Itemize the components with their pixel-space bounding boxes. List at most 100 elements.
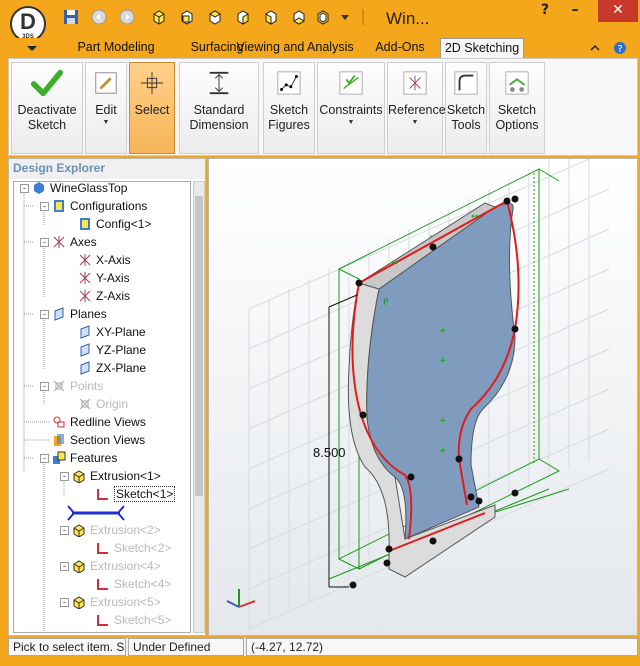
- close-icon[interactable]: ✕: [598, 0, 638, 22]
- reference-button[interactable]: Reference ▼: [387, 62, 446, 154]
- tree-item-points[interactable]: Points: [52, 378, 103, 396]
- status-hint: Pick to select item. Sh: [8, 638, 126, 656]
- tree-item-sketch-1[interactable]: Sketch<1>: [96, 486, 176, 504]
- tree-item-sketch-5[interactable]: Sketch<5>: [96, 612, 171, 630]
- tree-item-axes[interactable]: Axes: [52, 234, 97, 252]
- tree-item-x-axis[interactable]: X-Axis: [78, 252, 131, 270]
- section-views-icon: [52, 433, 66, 447]
- design-explorer-panel: Design Explorer - WineGlassTop - Configu…: [8, 158, 206, 636]
- quick-access-dropdown-icon[interactable]: [336, 8, 354, 26]
- sketch-options-icon: [490, 63, 544, 103]
- tree-item-extrusion-4[interactable]: Extrusion<4>: [72, 558, 161, 576]
- minimize-icon[interactable]: –: [560, 0, 590, 22]
- tree-label: Extrusion<2>: [90, 523, 161, 537]
- application-window: D 3DS Win... ? – ✕ Part Modeling Surfaci…: [0, 0, 640, 666]
- status-bar: Pick to select item. Sh Under Defined (-…: [8, 638, 638, 656]
- 3d-viewport[interactable]: + + + + ↔ ↔ P 8.500: [208, 158, 638, 636]
- tab-part-modeling[interactable]: Part Modeling: [58, 38, 174, 58]
- expander-wineglasstop[interactable]: -: [20, 184, 29, 193]
- tree-label: X-Axis: [96, 253, 131, 267]
- model-canvas[interactable]: + + + + ↔ ↔ P 8.500: [209, 159, 638, 636]
- axis-icon: [78, 289, 92, 303]
- extrusion-icon: [72, 595, 86, 610]
- svg-text:?: ?: [617, 44, 622, 55]
- config-icon: [78, 217, 92, 231]
- tree-label: Config<1>: [96, 217, 152, 231]
- tree-label: Sketch<5>: [114, 613, 172, 627]
- deactivate-sketch-label: Deactivate Sketch: [17, 103, 77, 132]
- view-cube-icon[interactable]: [150, 8, 168, 26]
- deactivate-sketch-button[interactable]: Deactivate Sketch: [11, 62, 83, 154]
- collapse-ribbon-icon[interactable]: [586, 38, 604, 58]
- tree-item-config-1[interactable]: Config<1>: [78, 216, 151, 234]
- tab-file[interactable]: [12, 38, 52, 58]
- tree-item-planes[interactable]: Planes: [52, 306, 107, 324]
- tree-item-features[interactable]: Features: [52, 450, 117, 468]
- tree-item-yz-plane[interactable]: YZ-Plane: [78, 342, 146, 360]
- explorer-scrollbar-thumb[interactable]: [195, 196, 203, 496]
- tree-item-zx-plane[interactable]: ZX-Plane: [78, 360, 146, 378]
- expander-extrusion-2[interactable]: -: [60, 526, 69, 535]
- svg-text:+: +: [439, 326, 447, 336]
- tree-item-section-views[interactable]: Section Views: [52, 432, 145, 450]
- constraints-button[interactable]: Constraints ▼: [317, 62, 385, 154]
- axis-icon: [78, 271, 92, 285]
- expander-features[interactable]: -: [40, 454, 49, 463]
- tree-label: Section Views: [70, 433, 146, 447]
- sketch-tools-button[interactable]: Sketch Tools: [445, 62, 487, 154]
- tab-2d-sketching[interactable]: 2D Sketching: [440, 38, 524, 58]
- plane-icon: [78, 361, 92, 375]
- view-cube-bottom-icon[interactable]: [290, 8, 308, 26]
- planes-icon: [52, 307, 66, 321]
- tree-item-extrusion-1[interactable]: Extrusion<1>: [72, 468, 161, 486]
- view-cube-top-icon[interactable]: [206, 8, 224, 26]
- dimension-value[interactable]: 8.500: [313, 445, 346, 460]
- expander-extrusion-5[interactable]: -: [60, 598, 69, 607]
- sketch-options-label: Sketch Options: [495, 103, 539, 132]
- extrusion-icon: [72, 469, 86, 484]
- tab-add-ons[interactable]: Add-Ons: [364, 38, 436, 58]
- undo-icon[interactable]: [90, 8, 108, 26]
- tree-item-extrusion-2[interactable]: Extrusion<2>: [72, 522, 161, 540]
- help-icon[interactable]: ?: [530, 0, 560, 22]
- tree-label: Configurations: [70, 199, 148, 213]
- select-button[interactable]: Select: [129, 62, 175, 154]
- redo-icon[interactable]: [118, 8, 136, 26]
- tree-item-wineglasstop[interactable]: WineGlassTop: [32, 181, 128, 198]
- tree-item-sketch-2[interactable]: Sketch<2>: [96, 540, 171, 558]
- expander-extrusion-1[interactable]: -: [60, 472, 69, 481]
- standard-dimension-button[interactable]: Standard Dimension: [179, 62, 259, 154]
- view-cube-left-icon[interactable]: [262, 8, 280, 26]
- svg-text:+: +: [439, 446, 447, 456]
- tree-label: Planes: [70, 307, 107, 321]
- axis-icon: [78, 253, 92, 267]
- tree-label: WineGlassTop: [50, 181, 128, 195]
- save-icon[interactable]: [62, 8, 80, 26]
- help-circle-icon[interactable]: ?: [610, 38, 630, 58]
- tree-label: Redline Views: [70, 415, 146, 429]
- tree-item-origin[interactable]: Origin: [78, 396, 128, 414]
- tree-item-z-axis[interactable]: Z-Axis: [78, 288, 130, 306]
- tree-item-configurations[interactable]: Configurations: [52, 198, 147, 216]
- expander-axes[interactable]: -: [40, 238, 49, 247]
- view-cube-iso-icon[interactable]: [314, 8, 332, 26]
- tree-item-redline-views[interactable]: Redline Views: [52, 414, 146, 432]
- tree-item-y-axis[interactable]: Y-Axis: [78, 270, 130, 288]
- svg-text:+: +: [439, 356, 447, 366]
- app-logo[interactable]: D 3DS: [10, 6, 46, 42]
- expander-points[interactable]: -: [40, 382, 49, 391]
- tab-viewing-analysis[interactable]: Viewing and Analysis: [230, 38, 360, 58]
- sketch-figures-button[interactable]: Sketch Figures: [263, 62, 315, 154]
- tree-item-sketch-4[interactable]: Sketch<4>: [96, 576, 171, 594]
- sketch-options-button[interactable]: Sketch Options: [489, 62, 545, 154]
- expander-extrusion-4[interactable]: -: [60, 562, 69, 571]
- view-cube-right-icon[interactable]: [234, 8, 252, 26]
- edit-button[interactable]: Edit ▼: [85, 62, 127, 154]
- explorer-scrollbar[interactable]: [193, 181, 205, 633]
- tree-item-xy-plane[interactable]: XY-Plane: [78, 324, 146, 342]
- view-cube-front-icon[interactable]: [178, 8, 196, 26]
- tree-item-extrusion-5[interactable]: Extrusion<5>: [72, 594, 161, 612]
- expander-planes[interactable]: -: [40, 310, 49, 319]
- expander-configurations[interactable]: -: [40, 202, 49, 211]
- rollback-bar[interactable]: [66, 504, 126, 522]
